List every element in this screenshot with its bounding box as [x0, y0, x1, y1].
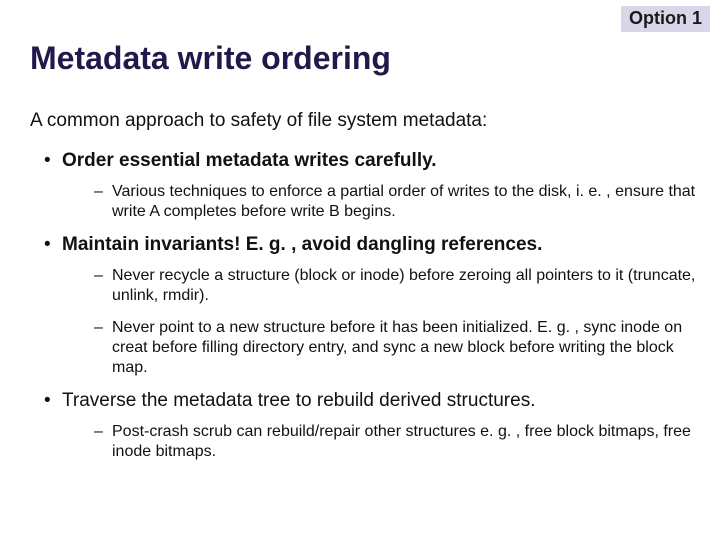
sub-item: Post-crash scrub can rebuild/repair othe…	[94, 422, 700, 462]
bullet-list: Order essential metadata writes carefull…	[30, 150, 700, 462]
slide-title: Metadata write ordering	[30, 40, 391, 77]
bullet-label: Order essential metadata writes carefull…	[62, 150, 437, 171]
bullet-label: Traverse the metadata tree to rebuild de…	[62, 390, 535, 411]
intro-text: A common approach to safety of file syst…	[30, 110, 700, 132]
slide-content: A common approach to safety of file syst…	[30, 110, 700, 474]
sub-list: Post-crash scrub can rebuild/repair othe…	[62, 422, 700, 462]
option-badge: Option 1	[621, 6, 710, 32]
sub-item: Never recycle a structure (block or inod…	[94, 266, 700, 306]
sub-item: Never point to a new structure before it…	[94, 318, 700, 378]
bullet-item: Order essential metadata writes carefull…	[44, 150, 700, 222]
bullet-label: Maintain invariants! E. g. , avoid dangl…	[62, 234, 542, 255]
sub-list: Never recycle a structure (block or inod…	[62, 266, 700, 378]
bullet-item: Maintain invariants! E. g. , avoid dangl…	[44, 234, 700, 378]
sub-item: Various techniques to enforce a partial …	[94, 182, 700, 222]
bullet-item: Traverse the metadata tree to rebuild de…	[44, 390, 700, 462]
sub-list: Various techniques to enforce a partial …	[62, 182, 700, 222]
